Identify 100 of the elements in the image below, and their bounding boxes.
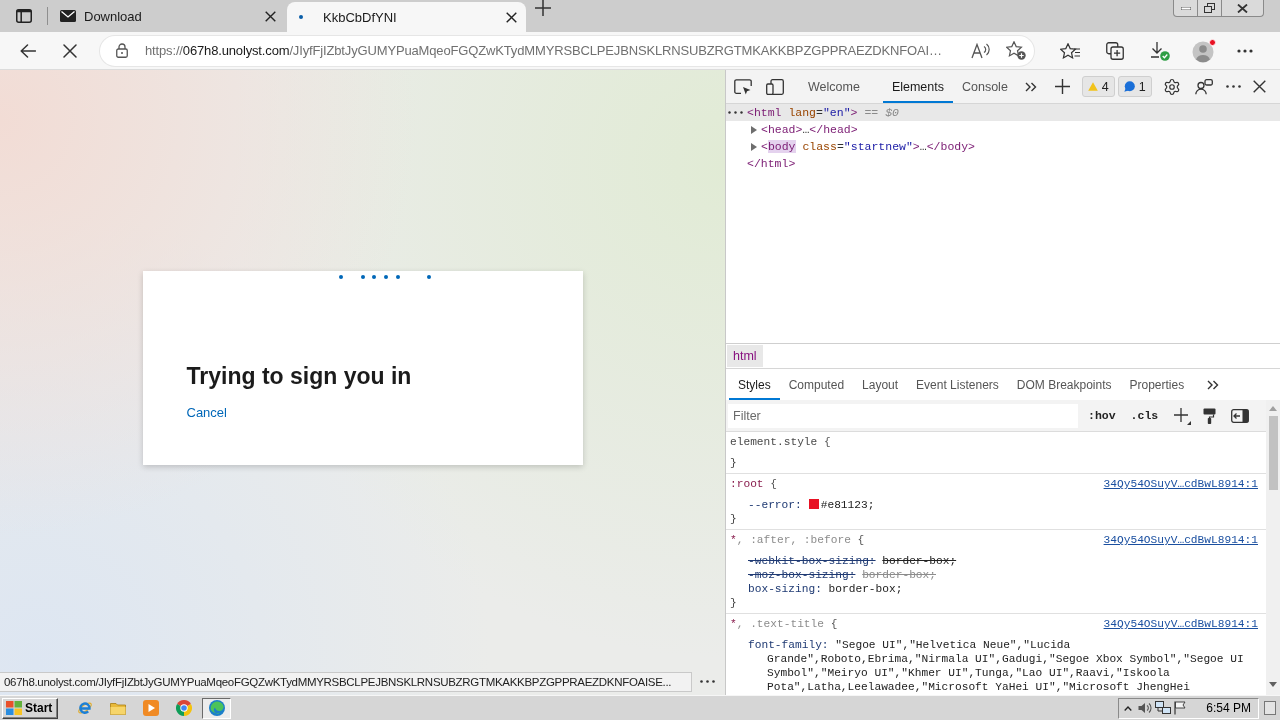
swirl-logo-icon <box>208 700 225 716</box>
dom-node-text: <html lang="en"> <box>747 106 858 119</box>
speech-bubble-icon <box>1123 81 1135 92</box>
close-window-button[interactable] <box>1221 0 1264 17</box>
dom-node-row[interactable]: <body class="startnew">…</body> <box>726 138 1280 155</box>
css-selector: :root { <box>730 477 777 491</box>
envelope-icon <box>60 10 76 22</box>
scrollbar[interactable] <box>1266 400 1280 695</box>
closing-brace: } <box>730 597 737 609</box>
styles-pane-tab[interactable]: Properties <box>1120 369 1194 400</box>
address-bar[interactable]: https://067h8.unolyst.com/JIyfFjIZbtJyGUMYPuaMqeoFGQZwKTydMMYRSBCLPEJBNSKLRNSUBZRGTMKAKKBPZGPPRAEZDKNFOAI… <box>100 35 1034 66</box>
styles-pane-tab[interactable]: DOM Breakpoints <box>1007 369 1121 400</box>
status-url: 067h8.unolyst.com/JIyfFjIZbtJyGUMYPuaMqeoFGQZwKTydMMYRSBCLPEJBNSKLRNSUBZRGTMKAKKBPZGPPRAEZDKNFOAISE... <box>0 672 692 692</box>
css-declaration: box-sizing: border-box; <box>748 582 903 596</box>
source-link[interactable]: 34Qy54OSuyV…cdBwL8914:1 <box>1103 617 1258 631</box>
devtools-tab[interactable]: Welcome <box>799 70 869 103</box>
close-icon <box>1237 3 1248 13</box>
css-property: --error: <box>748 499 802 511</box>
css-selector: element.style { <box>730 435 831 449</box>
filter-input[interactable]: Filter <box>728 403 1078 428</box>
lock-icon <box>116 43 128 58</box>
devices-icon[interactable] <box>766 78 784 95</box>
star-list-icon[interactable] <box>1060 42 1080 59</box>
star-plus-icon[interactable] <box>1006 41 1026 60</box>
restore-button[interactable] <box>1197 0 1222 17</box>
taskbar-button[interactable] <box>202 697 232 719</box>
url-text: https://067h8.unolyst.com/JIyfFjIZbtJyGUMYPuaMqeoFGQZwKTydMMYRSBCLPEJBNSKLRNSUBZRGTMKAKKBPZGPPRAEZDKNFOAI… <box>145 43 943 58</box>
plus-icon[interactable] <box>1173 406 1192 425</box>
chevrons-right-icon[interactable] <box>1207 379 1220 390</box>
scrollbar-thumb[interactable] <box>1268 416 1278 490</box>
play-icon <box>142 700 159 716</box>
browser-tab[interactable]: KkbCbDfYNI <box>287 2 526 32</box>
css-selector: *, :after, :before { <box>730 533 865 547</box>
loading-dot <box>338 275 343 279</box>
dom-node-row[interactable]: <html lang="en"> == $0 <box>726 104 1280 121</box>
speaker-icon[interactable] <box>1138 702 1153 714</box>
loading-dot <box>426 275 431 279</box>
toggle-button[interactable]: .cls <box>1130 409 1159 422</box>
plus-icon[interactable] <box>1054 79 1070 94</box>
css-declaration: -webkit-box-sizing: border-box; <box>748 554 957 568</box>
inspect-icon[interactable] <box>734 78 752 95</box>
clock: 6:54 PM <box>1206 701 1251 715</box>
message-count-button[interactable]: 1 <box>1117 76 1152 97</box>
download-icon[interactable] <box>1150 40 1170 61</box>
expand-triangle-icon[interactable] <box>751 142 757 151</box>
browser-tab[interactable]: Download <box>48 0 285 32</box>
loading-dot <box>395 275 400 279</box>
css-value: #e81123; <box>820 499 875 511</box>
back-arrow-icon[interactable] <box>20 43 36 58</box>
more-icon[interactable] <box>700 680 715 683</box>
person-bubble-icon[interactable] <box>1194 78 1213 95</box>
letter-sound-waves-icon[interactable] <box>971 42 990 59</box>
more-icon[interactable] <box>728 111 743 114</box>
cancel-link[interactable]: Cancel <box>186 404 227 422</box>
panel-icon[interactable] <box>1264 701 1276 715</box>
closing-brace: } <box>730 457 737 469</box>
squares-plus-icon[interactable] <box>1106 41 1124 60</box>
network-icon[interactable] <box>1155 701 1172 715</box>
close-icon[interactable] <box>1252 80 1266 93</box>
stop-icon[interactable] <box>63 43 77 58</box>
scroll-down-icon[interactable] <box>1269 682 1277 687</box>
styles-pane-tab[interactable]: Layout <box>853 369 908 400</box>
start-button[interactable]: Start <box>2 697 59 719</box>
chevron-up-icon[interactable] <box>1124 705 1133 711</box>
toggle-button[interactable]: :hov <box>1088 409 1116 422</box>
restore-icon <box>1204 3 1215 13</box>
flag-icon[interactable] <box>1174 701 1187 715</box>
selected-node-marker: == $0 <box>864 106 899 119</box>
minimize-icon <box>1180 6 1191 10</box>
more-icon[interactable] <box>1237 48 1253 53</box>
avatar-icon[interactable] <box>1192 38 1216 63</box>
dom-node-text: <body class="startnew">…</body> <box>761 140 975 153</box>
heading: Trying to sign you in <box>186 362 412 391</box>
devtools-tab[interactable]: Console <box>953 70 1017 103</box>
dom-node-text: <head>…</head> <box>761 123 858 136</box>
warning-count-button[interactable]: 4 <box>1081 76 1115 97</box>
closing-brace: } <box>730 513 737 525</box>
close-icon[interactable] <box>265 10 276 22</box>
source-link[interactable]: 34Qy54OSuyV…cdBwL8914:1 <box>1103 533 1258 547</box>
warning-icon <box>1087 82 1098 91</box>
dom-node-text: </html> <box>747 157 796 170</box>
css-selector: *, .text-title { <box>730 617 838 631</box>
e-logo-icon <box>76 700 93 716</box>
styles-pane-tab[interactable]: Event Listeners <box>907 369 1008 400</box>
sidebar-panel-icon[interactable] <box>15 9 32 23</box>
color-swatch-icon[interactable] <box>808 499 819 509</box>
source-link[interactable]: 34Qy54OSuyV…cdBwL8914:1 <box>1103 477 1258 491</box>
settings-icon[interactable] <box>1162 77 1181 96</box>
dot-icon <box>299 15 303 19</box>
more-icon[interactable] <box>1225 85 1241 88</box>
paint-roller-icon[interactable] <box>1203 407 1217 424</box>
breadcrumb-item[interactable]: html <box>727 345 763 367</box>
styles-pane-tab[interactable]: Computed <box>779 369 854 400</box>
loading-dot <box>360 275 365 279</box>
loading-dot <box>371 275 376 279</box>
dom-node-row[interactable]: <head>…</head> <box>726 121 1280 138</box>
chevrons-right-icon[interactable] <box>1024 81 1037 92</box>
round-logo-icon <box>175 700 192 716</box>
close-icon[interactable] <box>506 11 517 23</box>
expand-triangle-icon[interactable] <box>751 125 757 134</box>
